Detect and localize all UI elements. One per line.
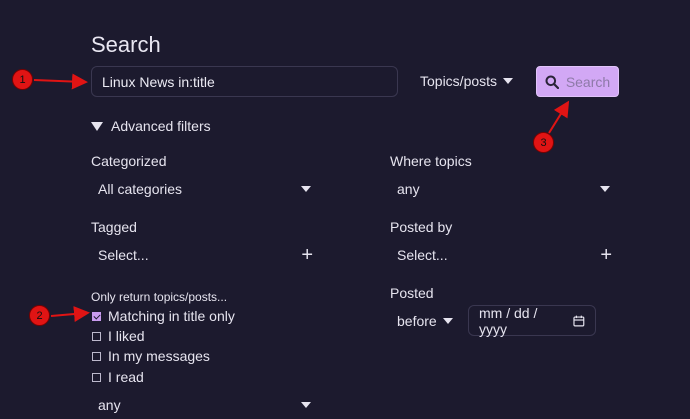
annotation-arrow-1 (33, 73, 88, 90)
annotation-marker-1: 1 (12, 69, 33, 90)
annotation-arrow-2 (50, 306, 90, 322)
annotation-marker-3: 3 (533, 132, 554, 153)
annotation-marker-2: 2 (29, 305, 50, 326)
annotation-arrows (33, 73, 570, 322)
annotation-arrow-3 (548, 100, 570, 134)
